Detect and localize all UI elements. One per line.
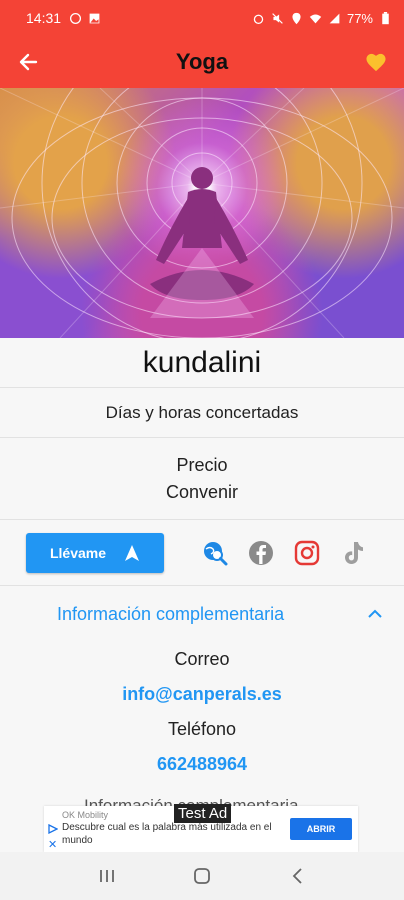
wifi-icon xyxy=(309,13,322,23)
favorite-button[interactable] xyxy=(348,36,404,88)
notification-icons xyxy=(69,12,101,25)
test-ad-badge: Test Ad xyxy=(174,804,232,823)
contact-info: Correo info@canperals.es Teléfono 662488… xyxy=(0,642,404,782)
ad-close-icon[interactable]: ✕ xyxy=(48,838,57,851)
price-value: Convenir xyxy=(165,481,239,502)
meditation-illustration xyxy=(0,88,404,338)
signal-icon xyxy=(329,13,340,23)
take-me-button[interactable]: Llévame xyxy=(26,532,164,573)
recents-icon xyxy=(100,870,115,882)
social-links xyxy=(202,540,366,566)
action-row: Llévame xyxy=(0,520,404,586)
instagram-button[interactable] xyxy=(294,540,320,566)
recents-button[interactable] xyxy=(92,861,122,891)
mute-icon xyxy=(272,12,283,24)
complementary-info-toggle[interactable]: Información complementaria xyxy=(0,586,404,642)
heart-icon xyxy=(366,53,386,72)
price-block: Precio Convenir xyxy=(0,438,404,520)
tiktok-icon xyxy=(345,541,363,564)
web-search-icon xyxy=(204,541,228,565)
tiktok-button[interactable] xyxy=(340,540,366,566)
web-search-button[interactable] xyxy=(202,540,228,566)
home-button[interactable] xyxy=(187,861,217,891)
system-nav-bar xyxy=(0,852,404,900)
back-button[interactable] xyxy=(0,36,56,88)
ad-open-button[interactable]: ABRIR xyxy=(290,818,352,840)
facebook-icon xyxy=(249,540,273,565)
phone-label: Teléfono xyxy=(167,719,237,739)
ad-text: Descubre cual es la palabra más utilizad… xyxy=(62,822,272,846)
gallery-icon xyxy=(89,13,100,23)
email-label: Correo xyxy=(174,649,230,669)
chevron-left-icon xyxy=(292,868,302,884)
place-name: kundalini xyxy=(0,338,404,388)
app-bar: Yoga xyxy=(0,36,404,88)
battery-icon xyxy=(382,11,389,24)
page-title: Yoga xyxy=(175,49,229,74)
ad-brand: OK Mobility xyxy=(62,810,109,820)
price-label: Precio xyxy=(176,454,228,475)
navigation-arrow-icon xyxy=(125,544,140,561)
home-icon xyxy=(194,868,210,884)
phone-link[interactable]: 662488964 xyxy=(0,746,404,782)
hero-image xyxy=(0,88,404,338)
chevron-up-icon xyxy=(368,609,382,618)
instagram-icon xyxy=(294,540,320,565)
system-icons: 77% xyxy=(252,11,392,26)
arrow-back-icon xyxy=(19,53,38,71)
place-details: kundalini Días y horas concertadas Preci… xyxy=(0,338,404,782)
whatsapp-icon xyxy=(70,12,82,24)
status-bar: 14:31 77% xyxy=(0,0,404,36)
alarm-icon xyxy=(253,14,264,24)
facebook-button[interactable] xyxy=(248,540,274,566)
back-nav-button[interactable] xyxy=(282,861,312,891)
email-link[interactable]: info@canperals.es xyxy=(0,676,404,712)
schedule-text: Días y horas concertadas xyxy=(0,388,404,438)
take-me-label: Llévame xyxy=(49,544,107,561)
ad-banner[interactable]: ✕ OK Mobility Descubre cual es la palabr… xyxy=(44,804,358,852)
battery-percent: 77% xyxy=(346,10,373,26)
adchoices-icon[interactable] xyxy=(48,824,58,834)
status-time: 14:31 xyxy=(26,10,62,26)
section-title: Información complementaria xyxy=(57,603,285,624)
location-icon xyxy=(292,12,301,24)
